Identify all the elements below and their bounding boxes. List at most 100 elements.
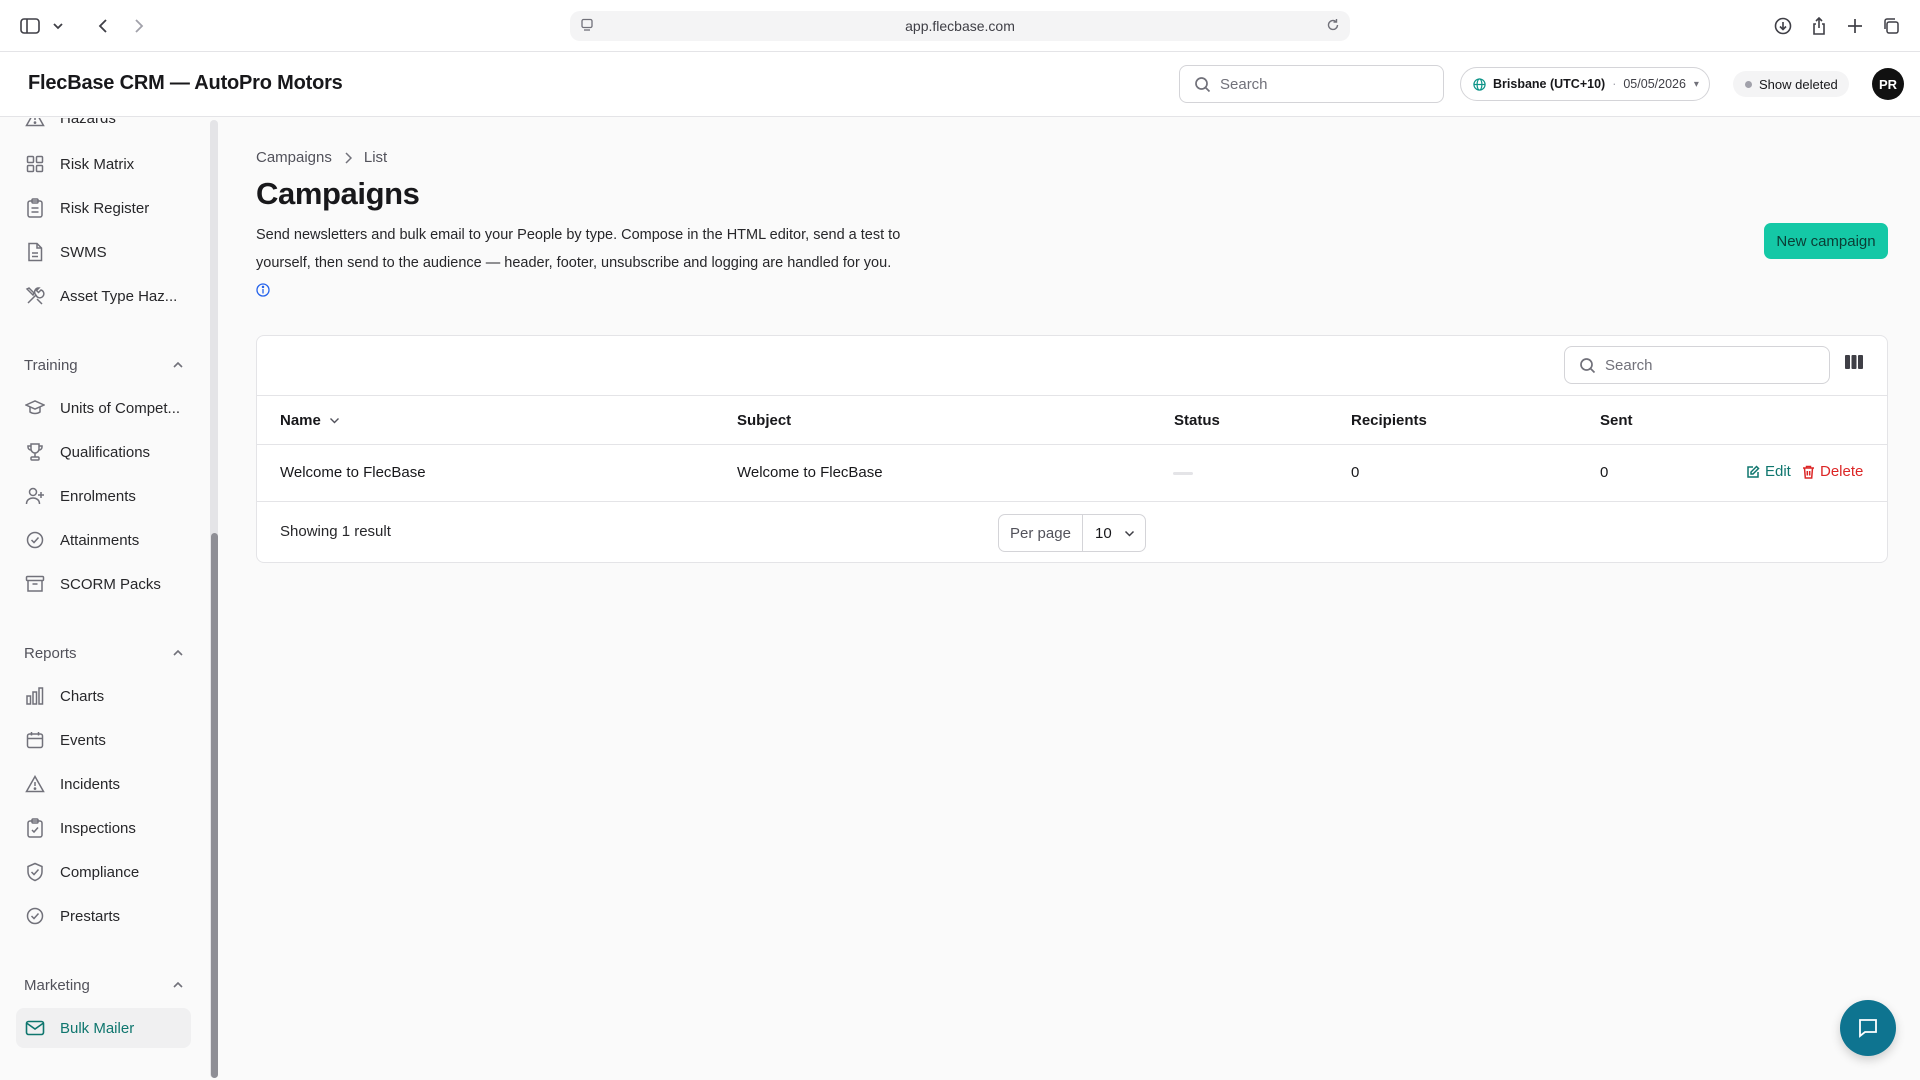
table-search-input[interactable] xyxy=(1605,355,1815,375)
sidebar-item-scorm-packs[interactable]: SCORM Packs xyxy=(16,564,191,604)
back-icon[interactable] xyxy=(90,13,116,39)
column-header-recipients: Recipients xyxy=(1351,412,1427,429)
breadcrumb-campaigns[interactable]: Campaigns xyxy=(256,149,332,166)
timezone-selector[interactable]: Brisbane (UTC+10) · 05/05/2026 ▾ xyxy=(1460,67,1710,101)
delete-label: Delete xyxy=(1820,463,1864,480)
sidebar-item-inspections[interactable]: Inspections xyxy=(16,808,191,848)
alert-triangle-icon xyxy=(24,118,46,129)
new-tab-icon[interactable] xyxy=(1842,13,1868,39)
sort-chevron-icon xyxy=(329,417,340,424)
column-label: Name xyxy=(280,412,321,429)
nav-group-marketing[interactable]: Marketing xyxy=(24,973,184,997)
per-page-value[interactable]: 10 xyxy=(1083,515,1145,551)
table-row[interactable]: Welcome to FlecBase Welcome to FlecBase … xyxy=(257,445,1887,502)
new-campaign-button[interactable]: New campaign xyxy=(1764,223,1888,259)
edit-icon xyxy=(1747,464,1760,478)
column-header-name[interactable]: Name xyxy=(280,412,340,429)
cell-name: Welcome to FlecBase xyxy=(280,464,426,481)
sidebar-item-label: SCORM Packs xyxy=(60,575,161,593)
sidebar-item-attainments[interactable]: Attainments xyxy=(16,520,191,560)
table-footer: Showing 1 result Per page 10 xyxy=(257,502,1887,562)
sidebar-item-units-of-competency[interactable]: Units of Compet... xyxy=(16,388,191,428)
chevron-right-icon xyxy=(344,151,352,164)
sidebar-item-hazards[interactable]: Hazards xyxy=(16,118,191,138)
forward-icon[interactable] xyxy=(126,13,152,39)
document-icon xyxy=(24,241,46,263)
sidebar-item-charts[interactable]: Charts xyxy=(16,676,191,716)
sidebar-item-asset-type-hazards[interactable]: Asset Type Haz... xyxy=(16,276,191,316)
cell-subject: Welcome to FlecBase xyxy=(737,464,883,481)
sidebar-item-risk-matrix[interactable]: Risk Matrix xyxy=(16,144,191,184)
calendar-icon xyxy=(24,729,46,751)
table-search[interactable] xyxy=(1564,346,1830,384)
clipboard-check-icon xyxy=(24,817,46,839)
sidebar-item-label: Inspections xyxy=(60,819,136,837)
sidebar-item-label: Compliance xyxy=(60,863,140,881)
chat-bubble-icon xyxy=(1859,1019,1877,1038)
chevron-down-icon[interactable] xyxy=(45,13,71,39)
chevron-up-icon xyxy=(172,649,184,657)
sidebar-toggle-icon[interactable] xyxy=(17,13,43,39)
sidebar: Hazards Risk Matrix Risk Register SWMS A… xyxy=(0,118,214,1080)
user-plus-icon xyxy=(24,485,46,507)
sidebar-scrollbar-thumb[interactable] xyxy=(211,533,218,1078)
chevron-up-icon xyxy=(172,981,184,989)
sidebar-item-risk-register[interactable]: Risk Register xyxy=(16,188,191,228)
columns-toggle-icon[interactable] xyxy=(1844,354,1864,370)
sidebar-item-swms[interactable]: SWMS xyxy=(16,232,191,272)
info-icon[interactable] xyxy=(256,283,270,297)
page-title: Campaigns xyxy=(256,176,420,211)
column-header-sent: Sent xyxy=(1600,412,1633,429)
sidebar-item-qualifications[interactable]: Qualifications xyxy=(16,432,191,472)
per-page-select[interactable]: Per page 10 xyxy=(998,514,1146,552)
check-circle-icon xyxy=(24,529,46,551)
caret-icon: ▾ xyxy=(1693,78,1699,90)
global-search[interactable] xyxy=(1179,65,1444,103)
share-icon[interactable] xyxy=(1806,13,1832,39)
sidebar-item-label: Incidents xyxy=(60,775,121,793)
trash-icon xyxy=(1803,465,1814,479)
archive-icon xyxy=(24,573,46,595)
sidebar-item-label: Events xyxy=(60,731,106,749)
nav-group-training[interactable]: Training xyxy=(24,353,184,377)
sidebar-item-enrolments[interactable]: Enrolments xyxy=(16,476,191,516)
bar-chart-icon xyxy=(24,685,46,707)
chevron-up-icon xyxy=(172,361,184,369)
nav-group-title: Reports xyxy=(24,644,77,662)
sidebar-item-label: SWMS xyxy=(60,243,107,261)
breadcrumb-list: List xyxy=(363,149,388,166)
app-header: FlecBase CRM — AutoPro Motors Brisbane (… xyxy=(0,52,1920,117)
browser-toolbar: app.flecbase.com xyxy=(0,0,1920,52)
chevron-down-icon xyxy=(1124,530,1134,537)
download-icon[interactable] xyxy=(1770,13,1796,39)
page-description: Send newsletters and bulk email to your … xyxy=(256,227,901,271)
sidebar-item-compliance[interactable]: Compliance xyxy=(16,852,191,892)
sidebar-item-label: Bulk Mailer xyxy=(60,1019,135,1037)
address-bar[interactable]: app.flecbase.com xyxy=(570,11,1350,41)
reload-icon[interactable] xyxy=(1326,18,1340,32)
delete-button[interactable]: Delete xyxy=(1802,463,1863,480)
sidebar-item-bulk-mailer[interactable]: Bulk Mailer xyxy=(16,1008,191,1048)
grid-icon xyxy=(24,153,46,175)
show-deleted-toggle[interactable]: Show deleted xyxy=(1733,71,1849,97)
timezone-label: Brisbane (UTC+10) xyxy=(1493,77,1606,91)
clipboard-icon xyxy=(24,197,46,219)
search-icon xyxy=(1194,76,1211,93)
nav-group-reports[interactable]: Reports xyxy=(24,641,184,665)
avatar[interactable]: PR xyxy=(1872,68,1904,100)
sidebar-item-label: Asset Type Haz... xyxy=(60,287,178,305)
trophy-icon xyxy=(24,441,46,463)
edit-button[interactable]: Edit xyxy=(1746,463,1791,480)
sidebar-item-events[interactable]: Events xyxy=(16,720,191,760)
current-date: 05/05/2026 xyxy=(1623,77,1686,91)
per-page-number: 10 xyxy=(1095,524,1112,542)
sidebar-item-prestarts[interactable]: Prestarts xyxy=(16,896,191,936)
nav-group-title: Marketing xyxy=(24,976,90,994)
shield-check-icon xyxy=(24,861,46,883)
global-search-input[interactable] xyxy=(1220,74,1430,94)
sidebar-item-label: Hazards xyxy=(60,118,116,127)
tabs-overview-icon[interactable] xyxy=(1878,13,1904,39)
sidebar-item-incidents[interactable]: Incidents xyxy=(16,764,191,804)
chat-support-button[interactable] xyxy=(1840,1000,1896,1056)
sidebar-item-label: Charts xyxy=(60,687,105,705)
